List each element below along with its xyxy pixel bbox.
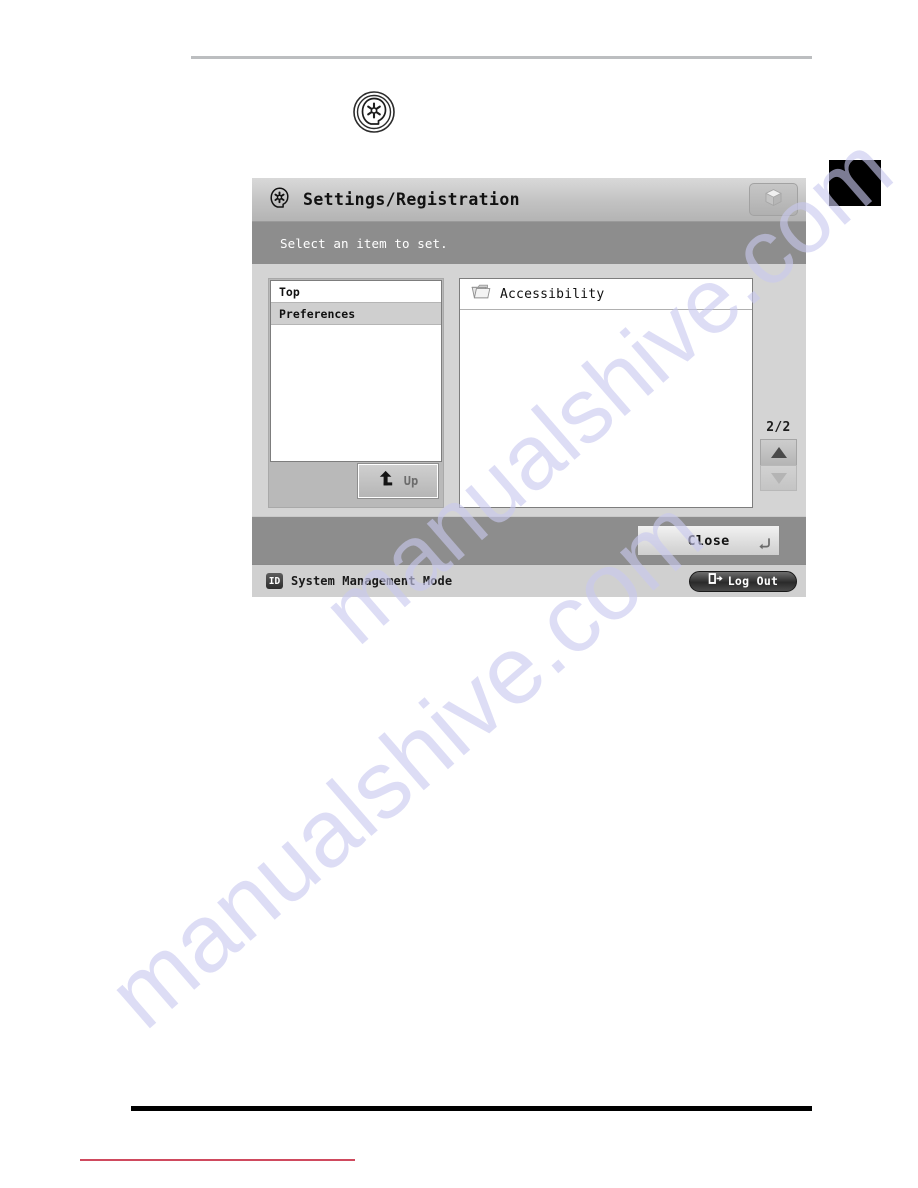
id-badge: ID: [266, 573, 283, 589]
scroll-down-button[interactable]: [760, 465, 797, 491]
up-button-label: Up: [403, 474, 419, 488]
logout-button-label: Log Out: [727, 574, 779, 588]
exit-door-icon: [708, 572, 723, 590]
message-text: Select an item to set.: [280, 235, 448, 251]
page-tab-marker: [829, 160, 881, 206]
up-button[interactable]: Up: [357, 463, 439, 499]
enter-arrow-icon: [758, 537, 771, 552]
page-title: Settings/Registration: [303, 190, 521, 209]
triangle-down-icon: [770, 472, 787, 484]
triangle-up-icon: [770, 447, 787, 458]
settings-registration-key-icon: [352, 90, 396, 134]
system-management-mode-label: System Management Mode: [291, 574, 453, 588]
page-footer-red-rule: [80, 1159, 355, 1161]
cube-button[interactable]: [749, 183, 798, 216]
logout-button[interactable]: Log Out: [689, 570, 797, 592]
arrow-up-left-icon: [378, 470, 395, 492]
status-bar: ID System Management Mode Log Out: [252, 564, 806, 597]
list-item-label: Accessibility: [500, 286, 605, 302]
page-top-divider: [191, 56, 812, 59]
tree-list: Top Preferences: [270, 280, 442, 462]
scroll-up-button[interactable]: [760, 439, 797, 465]
settings-registration-icon: [266, 186, 293, 213]
cube-icon: [763, 187, 784, 213]
list-item-accessibility[interactable]: Accessibility: [460, 279, 752, 310]
tree-item-top[interactable]: Top: [271, 281, 441, 303]
settings-list: Accessibility: [459, 278, 753, 508]
action-bar: Close: [252, 516, 806, 564]
tree-item-label: Top: [279, 284, 300, 299]
close-button-label: Close: [687, 532, 730, 549]
titlebar: Settings/Registration: [252, 178, 806, 222]
message-bar: Select an item to set.: [252, 222, 806, 264]
folder-icon: [471, 283, 491, 305]
tree-item-label: Preferences: [279, 306, 356, 321]
tree-item-preferences[interactable]: Preferences: [271, 303, 441, 325]
page-bottom-divider: [131, 1106, 812, 1111]
page-indicator: 2/2: [766, 420, 791, 435]
scroll-controls: 2/2: [760, 420, 797, 491]
close-button[interactable]: Close: [637, 525, 780, 556]
